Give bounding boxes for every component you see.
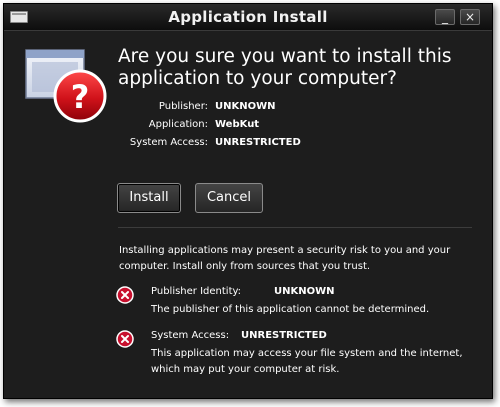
error-x-icon bbox=[116, 286, 134, 304]
cancel-button[interactable]: Cancel bbox=[195, 183, 263, 213]
info-value: UNKNOWN bbox=[215, 101, 276, 112]
info-label: Application: bbox=[148, 119, 208, 130]
install-button[interactable]: Install bbox=[117, 183, 181, 213]
info-label: Publisher: bbox=[158, 101, 208, 112]
close-button[interactable]: × bbox=[460, 9, 480, 25]
detail-value: UNRESTRICTED bbox=[241, 330, 327, 341]
detail-description: The publisher of this application cannot… bbox=[151, 304, 430, 315]
window-title: Application Install bbox=[168, 8, 328, 26]
svg-text:?: ? bbox=[71, 78, 90, 116]
title-bar[interactable]: Application Install _ × bbox=[4, 4, 492, 31]
info-value: WebKut bbox=[215, 119, 260, 130]
info-value: UNRESTRICTED bbox=[215, 137, 301, 148]
security-warning-text: Installing applications may present a se… bbox=[119, 245, 451, 272]
error-x-icon bbox=[116, 330, 134, 348]
separator bbox=[118, 227, 472, 228]
detail-description: This application may access your file sy… bbox=[151, 348, 463, 375]
minimize-button[interactable]: _ bbox=[435, 9, 455, 25]
question-window-icon: ? bbox=[25, 49, 107, 123]
detail-value: UNKNOWN bbox=[274, 286, 335, 297]
info-label: System Access: bbox=[129, 137, 208, 148]
install-dialog-window: Application Install _ × ? Are you sure y… bbox=[3, 3, 493, 399]
detail-label: Publisher Identity: bbox=[151, 286, 242, 297]
dialog-heading: Are you sure you want to install this ap… bbox=[118, 46, 452, 89]
detail-label: System Access: bbox=[151, 330, 230, 341]
